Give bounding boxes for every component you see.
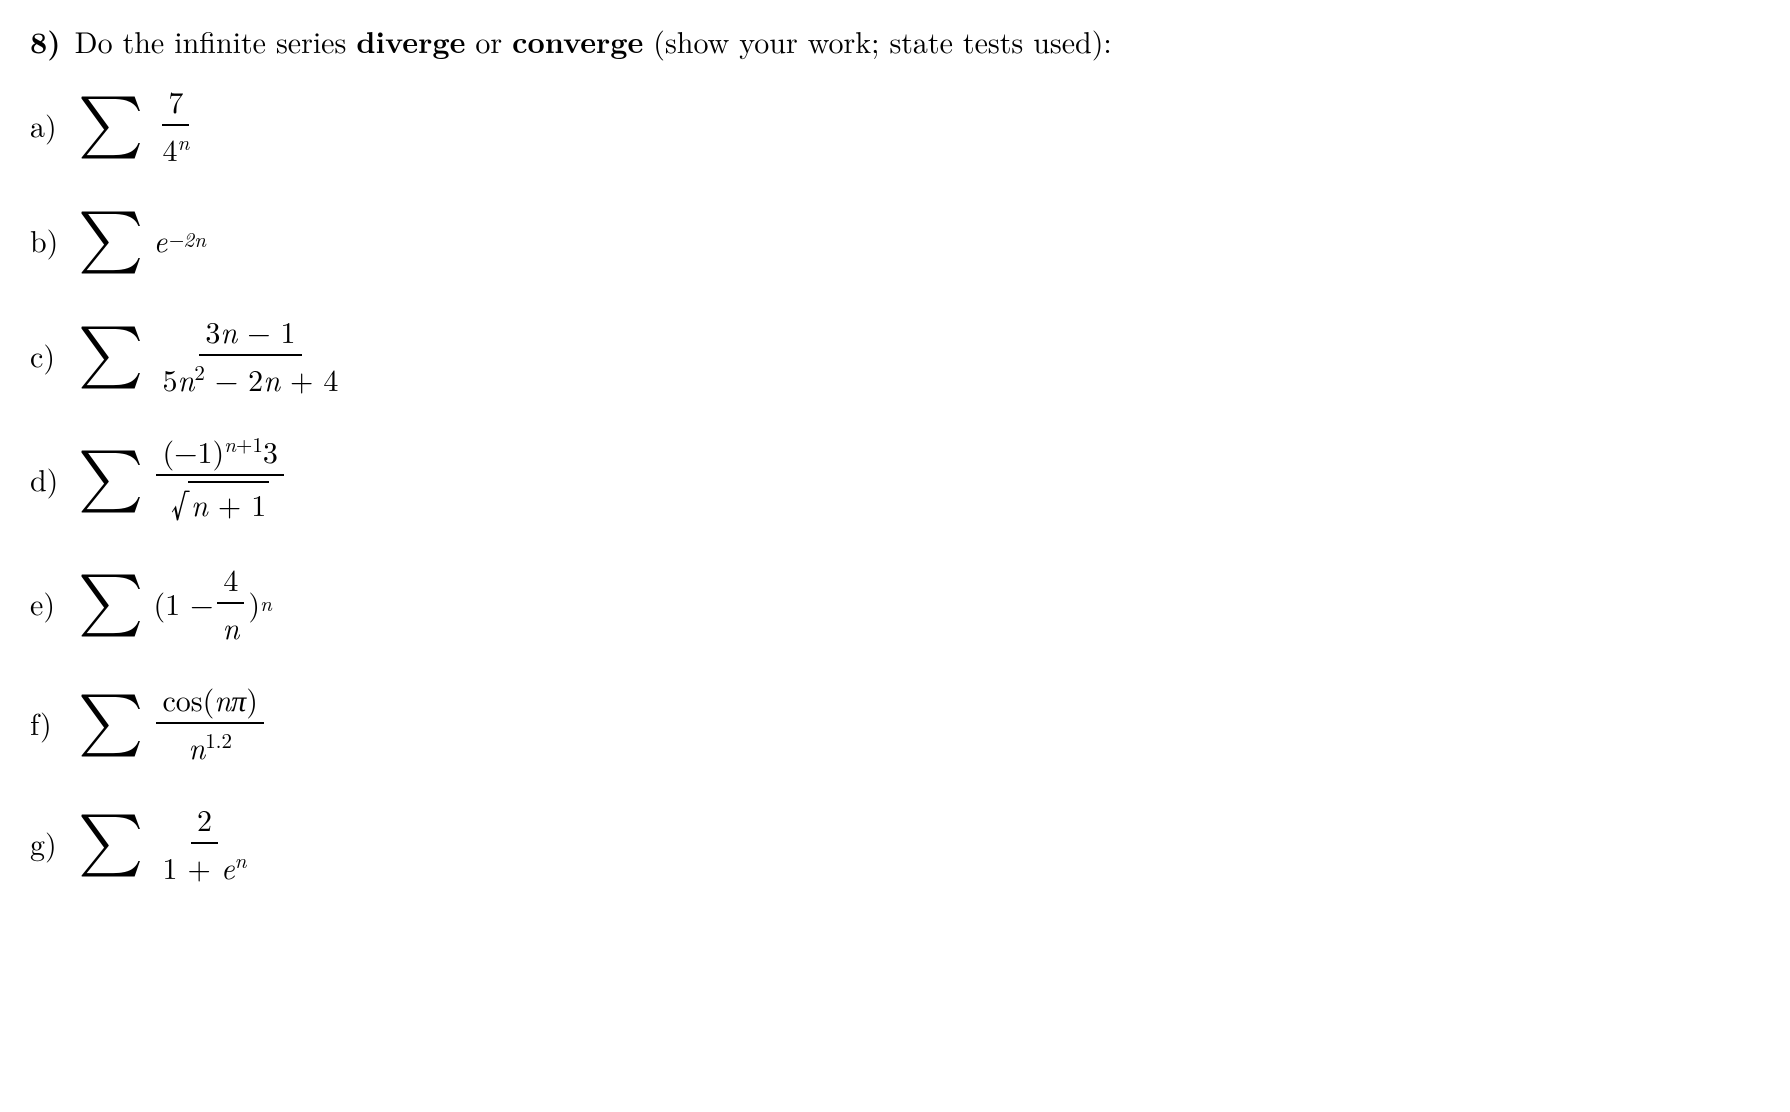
- item-b: b) ∑ e−2n: [30, 200, 1760, 280]
- item-f-num: cos(nπ): [156, 678, 263, 724]
- problem-number: 8): [30, 20, 61, 62]
- item-d-frac: (−1)n+13 √n + 1: [156, 430, 283, 528]
- c-den-n: n: [177, 357, 194, 400]
- f-den-n: n: [188, 725, 205, 768]
- c-den-pre: 5: [162, 357, 177, 400]
- item-c-label: c): [30, 334, 66, 376]
- sigma-icon: ∑: [78, 692, 143, 754]
- item-e-frac: 4 n: [216, 558, 245, 648]
- item-d-num: (−1)n+13: [156, 430, 283, 476]
- item-c-math: ∑ 3n − 1 5n2 − 2n + 4: [78, 310, 347, 400]
- item-a-math: ∑ 7 4n: [78, 80, 198, 170]
- problem-header: 8) Do the infinite series diverge or con…: [30, 20, 1760, 62]
- f-pi: π: [231, 677, 246, 720]
- e-frac-den: n: [216, 604, 245, 648]
- item-b-math: ∑ e−2n: [78, 209, 206, 271]
- item-a-num: 7: [162, 80, 189, 126]
- item-c-den: 5n2 − 2n + 4: [156, 356, 344, 400]
- sigma-icon: ∑: [78, 324, 143, 386]
- item-a: a) ∑ 7 4n: [30, 80, 1760, 170]
- item-g-math: ∑ 2 1 + en: [78, 798, 255, 888]
- item-d-label: d): [30, 458, 66, 500]
- prompt-bold2: converge: [512, 19, 643, 62]
- item-f: f) ∑ cos(nπ) n1.2: [30, 678, 1760, 768]
- problem-prompt: Do the infinite series diverge or conver…: [75, 20, 1112, 62]
- sqrt-icon: √n + 1: [171, 478, 269, 528]
- item-e: e) ∑ (1 − 4 n )n: [30, 558, 1760, 648]
- prompt-bold1: diverge: [356, 19, 465, 62]
- e-outer-exp: n: [260, 589, 272, 618]
- item-g-frac: 2 1 + en: [156, 798, 252, 888]
- g-den-e: e: [221, 845, 235, 888]
- sigma-icon: ∑: [78, 572, 143, 634]
- den-base: 4: [162, 127, 177, 170]
- item-f-label: f): [30, 702, 66, 744]
- e-frac-num: 4: [217, 558, 244, 604]
- item-g: g) ∑ 2 1 + en: [30, 798, 1760, 888]
- prompt-post: (show your work; state tests used):: [643, 19, 1111, 62]
- b-base: e: [153, 219, 167, 261]
- sub-items: a) ∑ 7 4n b) ∑ e−2n c) ∑ 3n − 1: [30, 80, 1760, 888]
- item-d: d) ∑ (−1)n+13 √n + 1: [30, 430, 1760, 528]
- d-num-exp: n+1: [224, 429, 263, 459]
- item-c: c) ∑ 3n − 1 5n2 − 2n + 4: [30, 310, 1760, 400]
- e-open: (1 −: [153, 582, 213, 624]
- den-exp: n: [177, 127, 189, 157]
- item-e-math: ∑ (1 − 4 n )n: [78, 558, 272, 648]
- sigma-icon: ∑: [78, 94, 143, 156]
- item-g-label: g): [30, 822, 66, 864]
- item-a-den: 4n: [156, 126, 195, 170]
- item-d-math: ∑ (−1)n+13 √n + 1: [78, 430, 287, 528]
- g-den-pre: 1 +: [162, 845, 220, 888]
- item-a-label: a): [30, 104, 66, 146]
- f-n: n: [214, 677, 231, 720]
- f-close: ): [246, 677, 258, 720]
- e-close: ): [248, 582, 260, 624]
- d-three: 3: [263, 429, 278, 472]
- sigma-icon: ∑: [78, 448, 143, 510]
- item-e-label: e): [30, 582, 66, 624]
- item-b-expr: e−2n: [153, 219, 205, 261]
- b-exp: −2n: [167, 225, 206, 254]
- f-cos: cos(: [162, 677, 214, 720]
- item-e-expr: (1 − 4 n )n: [153, 558, 271, 648]
- item-f-math: ∑ cos(nπ) n1.2: [78, 678, 267, 768]
- item-c-num: 3n − 1: [199, 310, 301, 356]
- item-f-den: n1.2: [182, 724, 238, 768]
- f-den-exp: 1.2: [205, 725, 232, 755]
- prompt-pre: Do the infinite series: [75, 19, 357, 62]
- item-b-label: b): [30, 219, 66, 261]
- sigma-icon: ∑: [78, 812, 143, 874]
- item-a-frac: 7 4n: [156, 80, 195, 170]
- item-f-frac: cos(nπ) n1.2: [156, 678, 263, 768]
- item-g-den: 1 + en: [156, 844, 252, 888]
- d-sqrt-content: n + 1: [188, 481, 269, 525]
- item-g-num: 2: [191, 798, 218, 844]
- sigma-icon: ∑: [78, 209, 143, 271]
- d-neg1: (−1): [162, 429, 224, 472]
- item-d-den: √n + 1: [165, 476, 275, 528]
- g-den-exp: n: [235, 845, 247, 875]
- c-den-exp: 2: [194, 357, 205, 387]
- prompt-mid: or: [465, 19, 512, 62]
- item-c-frac: 3n − 1 5n2 − 2n + 4: [156, 310, 344, 400]
